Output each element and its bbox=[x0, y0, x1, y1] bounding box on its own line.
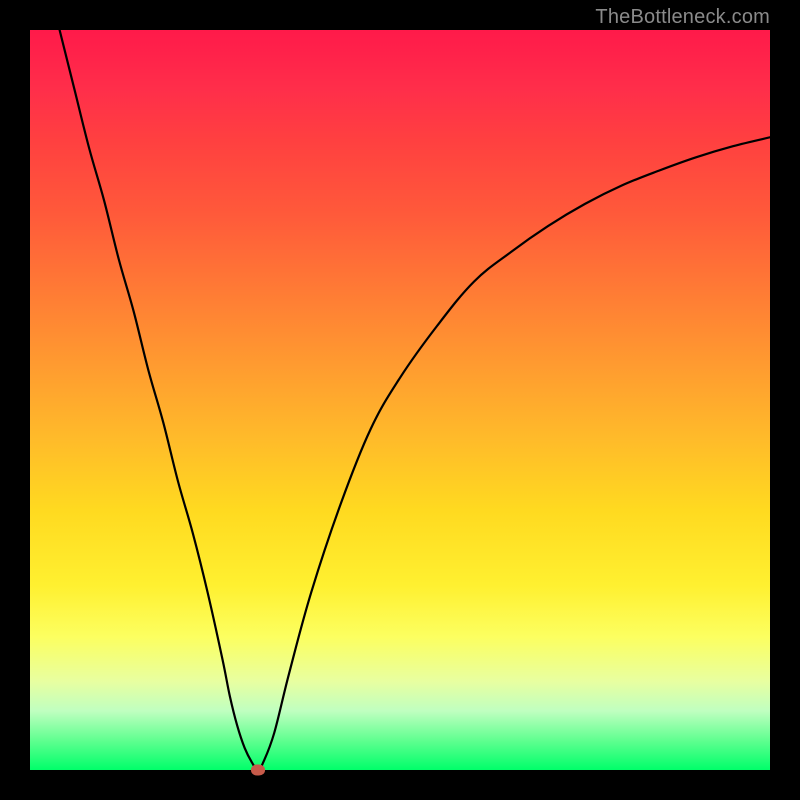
watermark-text: TheBottleneck.com bbox=[595, 6, 770, 29]
bottleneck-curve bbox=[60, 30, 770, 770]
chart-curve-layer bbox=[30, 30, 770, 770]
optimum-marker bbox=[251, 765, 265, 776]
